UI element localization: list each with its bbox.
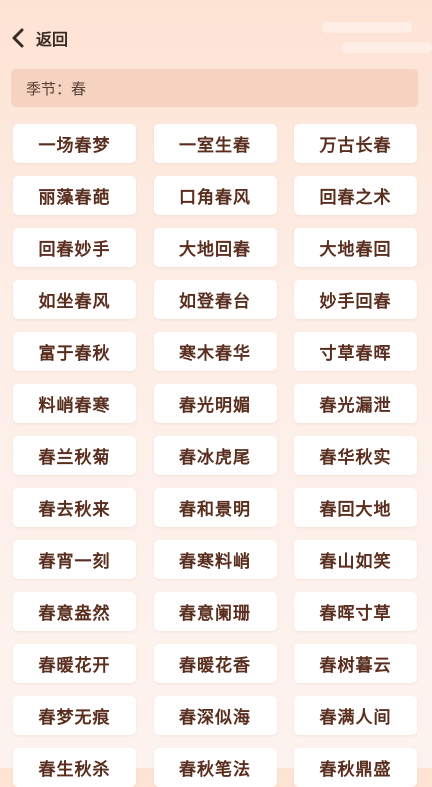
idiom-item[interactable]: 一室生春	[153, 124, 277, 163]
idiom-item[interactable]: 春和景明	[153, 488, 277, 527]
idiom-item[interactable]: 富于春秋	[13, 332, 136, 371]
idiom-item[interactable]: 回春妙手	[13, 228, 136, 267]
season-bar: 季节： 春	[11, 69, 418, 107]
idiom-item[interactable]: 万古长春	[294, 124, 417, 163]
idiom-item[interactable]: 春暖花开	[13, 644, 136, 683]
idiom-item[interactable]: 大地回春	[153, 228, 277, 267]
season-label: 季节：	[26, 79, 72, 98]
idiom-item[interactable]: 春梦无痕	[13, 696, 136, 735]
idiom-item[interactable]: 春暖花香	[153, 644, 277, 683]
idiom-item[interactable]: 如登春台	[153, 280, 277, 319]
idiom-grid: 一场春梦 一室生春 万古长春丽藻春葩 口角春风 回春之术回春妙手 大地回春 大地春回如坐春风…	[13, 124, 417, 787]
idiom-item[interactable]: 春光明媚	[153, 384, 277, 423]
idiom-item[interactable]: 寒木春华	[153, 332, 277, 371]
idiom-item[interactable]: 春晖寸草	[294, 592, 417, 631]
header: 返回	[0, 18, 68, 58]
decorative-cloud	[342, 42, 432, 53]
idiom-item[interactable]: 回春之术	[294, 176, 417, 215]
idiom-item[interactable]: 妙手回春	[294, 280, 417, 319]
idiom-item[interactable]: 春华秋实	[294, 436, 417, 475]
idiom-item[interactable]: 春满人间	[294, 696, 417, 735]
idiom-item[interactable]: 春树暮云	[294, 644, 417, 683]
season-value: 春	[71, 79, 87, 98]
back-button[interactable]: 返回	[0, 18, 68, 58]
idiom-item[interactable]: 一场春梦	[13, 124, 136, 163]
idiom-item[interactable]: 春寒料峭	[153, 540, 277, 579]
idiom-item[interactable]: 春光漏泄	[294, 384, 417, 423]
idiom-item[interactable]: 春去秋来	[13, 488, 136, 527]
idiom-item[interactable]: 春深似海	[153, 696, 277, 735]
idiom-item[interactable]: 口角春风	[153, 176, 277, 215]
idiom-item[interactable]: 春冰虎尾	[153, 436, 277, 475]
idiom-item[interactable]: 春宵一刻	[13, 540, 136, 579]
idiom-item[interactable]: 春兰秋菊	[13, 436, 136, 475]
idiom-item[interactable]: 春山如笑	[294, 540, 417, 579]
idiom-item[interactable]: 寸草春晖	[294, 332, 417, 371]
chevron-left-icon	[10, 27, 28, 49]
idiom-item[interactable]: 如坐春风	[13, 280, 136, 319]
idiom-item[interactable]: 大地春回	[294, 228, 417, 267]
idiom-item[interactable]: 春回大地	[294, 488, 417, 527]
idiom-item[interactable]: 春意盎然	[13, 592, 136, 631]
back-label: 返回	[36, 30, 69, 49]
idiom-item[interactable]: 春意阑珊	[153, 592, 277, 631]
idiom-item[interactable]: 丽藻春葩	[13, 176, 136, 215]
decorative-cloud	[322, 22, 412, 33]
idiom-item[interactable]: 料峭春寒	[13, 384, 136, 423]
